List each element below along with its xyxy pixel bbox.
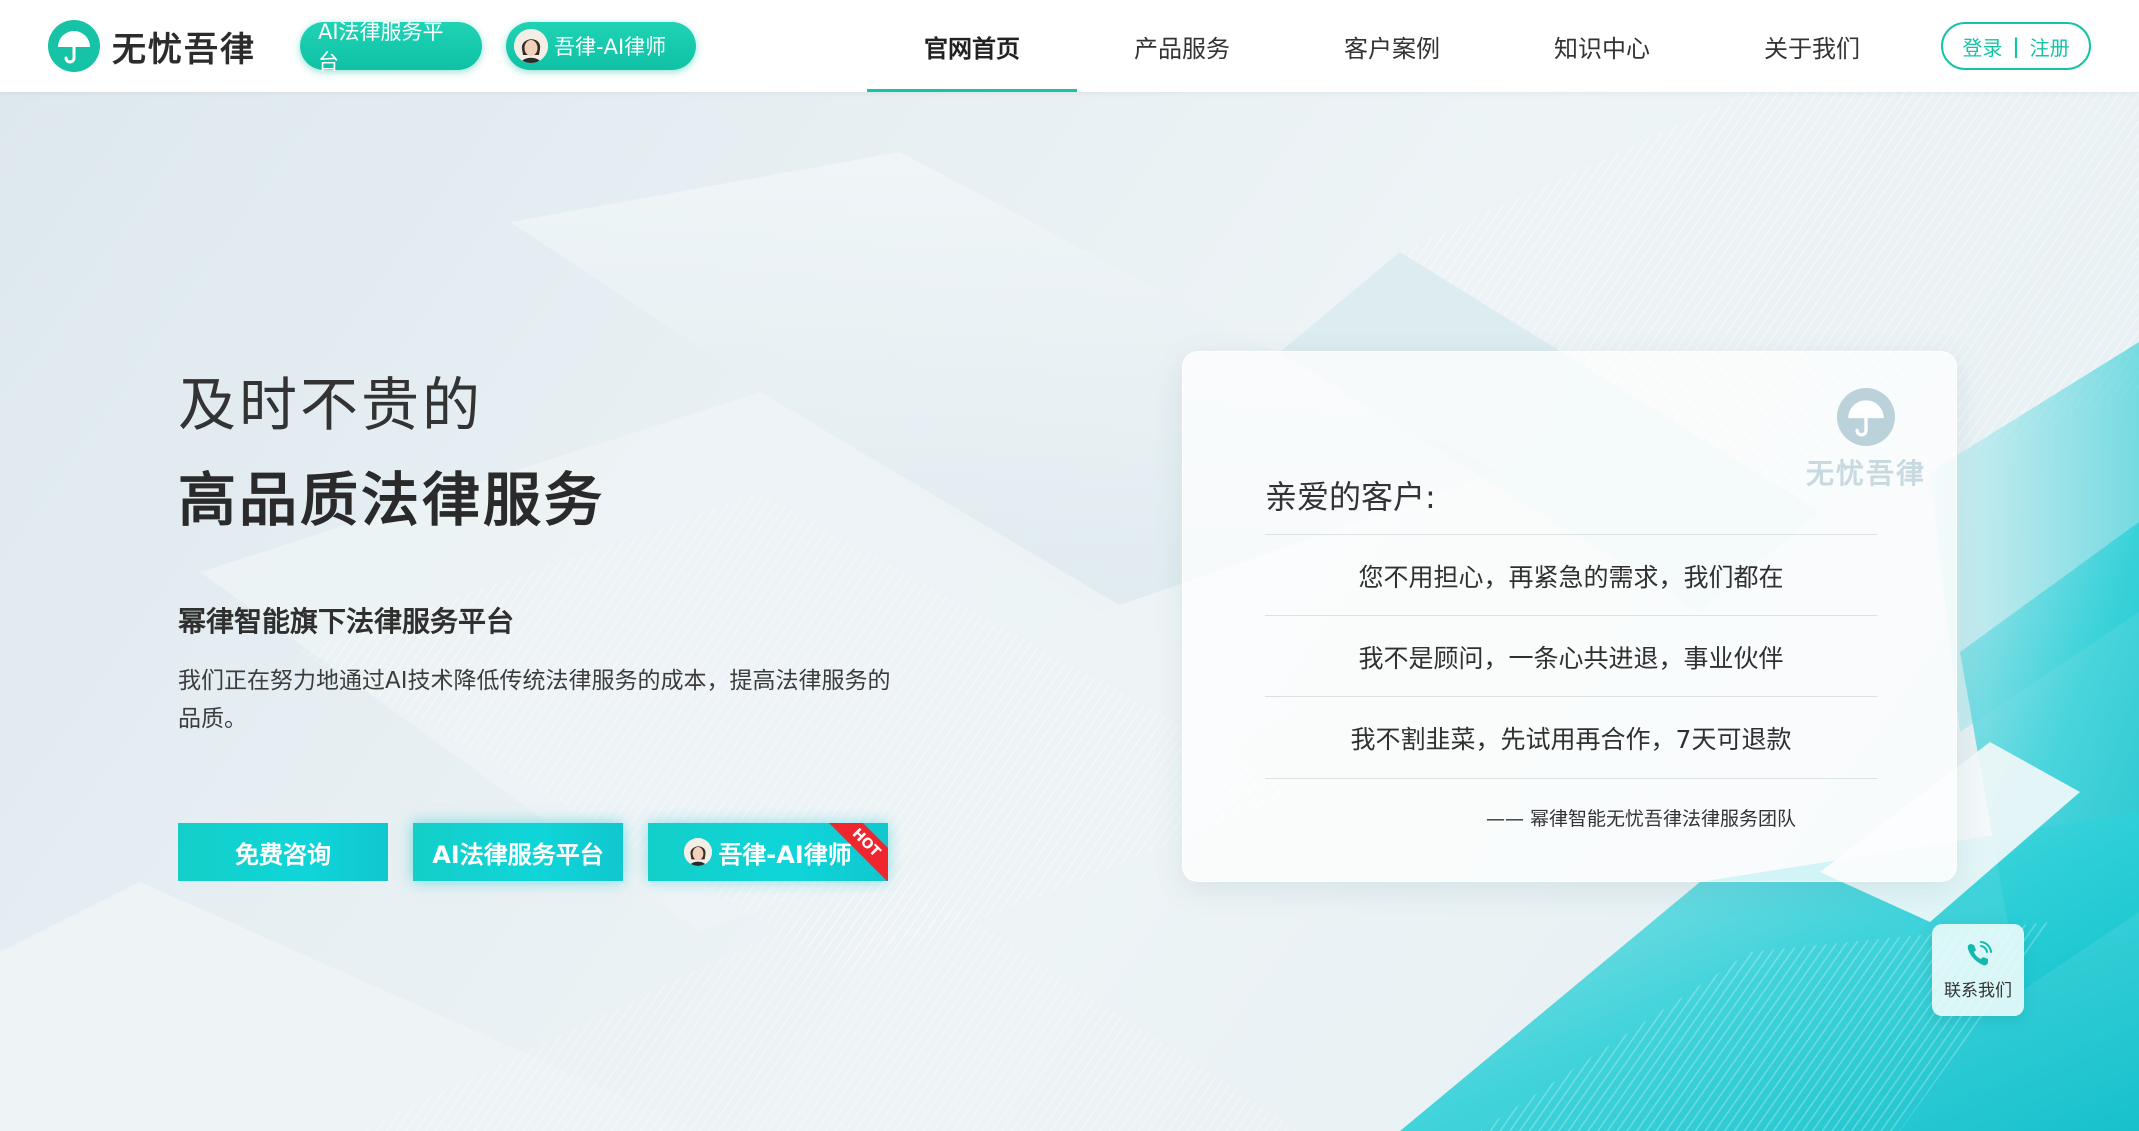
- nav-item-about[interactable]: 关于我们: [1707, 0, 1917, 92]
- divider: [1265, 615, 1877, 616]
- ai-platform-button[interactable]: AI法律服务平台: [413, 823, 623, 881]
- promise-card: 无忧吾律 亲爱的客户: 您不用担心，再紧急的需求，我们都在 我不是顾问，一条心共…: [1182, 351, 1957, 882]
- ai-lawyer-button-label: 吾律-AI律师: [718, 840, 852, 869]
- ai-lawyer-pill[interactable]: 吾律-AI律师: [506, 22, 696, 70]
- card-greeting: 亲爱的客户:: [1265, 478, 1436, 516]
- logo[interactable]: 无忧吾律: [48, 18, 256, 74]
- card-signature: —— 幂律智能无忧吾律法律服务团队: [1485, 808, 1796, 830]
- login-link[interactable]: 登录: [1962, 32, 2002, 61]
- divider: [1265, 778, 1877, 779]
- card-logo-text: 无忧吾律: [1805, 457, 1926, 490]
- ai-lawyer-button[interactable]: 吾律-AI律师 HOT: [648, 823, 888, 881]
- top-header: 无忧吾律 AI法律服务平台 吾律-AI律师 官网首页 产品服务 客户案例 知识中…: [0, 0, 2139, 92]
- hero-title-line2: 高品质法律服务: [178, 466, 606, 534]
- nav-item-cases[interactable]: 客户案例: [1287, 0, 1497, 92]
- free-consult-button[interactable]: 免费咨询: [178, 823, 388, 881]
- hero-title-line1: 及时不贵的: [178, 371, 484, 439]
- free-consult-label: 免费咨询: [235, 840, 331, 869]
- lawyer-avatar-icon: [514, 29, 548, 63]
- ai-platform-pill-label: AI法律服务平台: [318, 20, 444, 74]
- contact-us-label: 联系我们: [1944, 980, 2012, 1001]
- register-link[interactable]: 注册: [2030, 32, 2070, 61]
- lawyer-avatar-icon: [684, 838, 713, 866]
- umbrella-icon: [1836, 388, 1895, 446]
- nav-item-knowledge[interactable]: 知识中心: [1497, 0, 1707, 92]
- promise-item: 我不割韭菜，先试用再合作，7天可退款: [1350, 725, 1792, 754]
- auth-separator: |: [2012, 34, 2020, 58]
- ai-platform-button-label: AI法律服务平台: [432, 840, 604, 869]
- auth-box: 登录 | 注册: [1941, 22, 2091, 70]
- ai-platform-pill[interactable]: AI法律服务平台: [300, 20, 482, 74]
- phone-icon: [1967, 940, 1992, 965]
- logo-text: 无忧吾律: [112, 29, 256, 70]
- nav-item-products[interactable]: 产品服务: [1077, 0, 1287, 92]
- divider: [1265, 534, 1877, 535]
- divider: [1265, 696, 1877, 697]
- umbrella-icon: [48, 20, 100, 72]
- promise-item: 您不用担心，再紧急的需求，我们都在: [1358, 563, 1784, 592]
- hero-description: 我们正在努力地通过AI技术降低传统法律服务的成本，提高法律服务的品质。: [178, 668, 891, 732]
- promise-item: 我不是顾问，一条心共进退，事业伙伴: [1358, 644, 1784, 673]
- hero-subtitle: 幂律智能旗下法律服务平台: [178, 605, 515, 638]
- nav-item-home[interactable]: 官网首页: [867, 0, 1077, 92]
- main-nav: 官网首页 产品服务 客户案例 知识中心 关于我们: [867, 0, 1917, 92]
- ai-lawyer-pill-label: 吾律-AI律师: [554, 35, 667, 59]
- contact-us-button[interactable]: 联系我们: [1932, 924, 2024, 1016]
- card-logo: 无忧吾律: [1806, 388, 1926, 492]
